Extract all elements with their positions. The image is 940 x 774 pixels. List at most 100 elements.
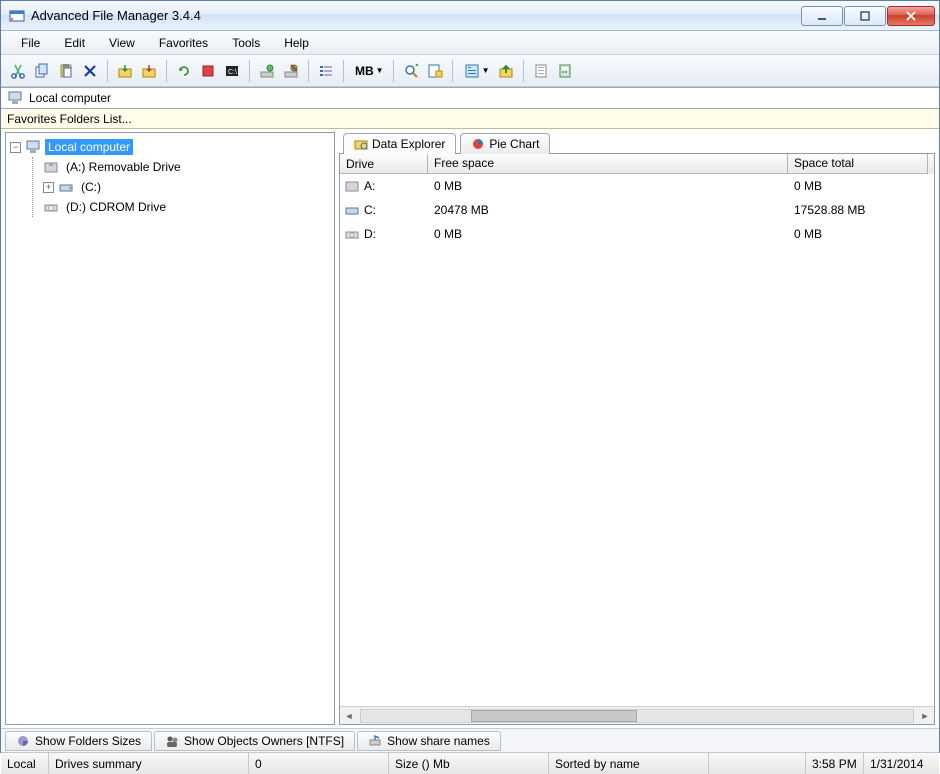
separator [523,60,524,82]
tree-root[interactable]: − Local computer [10,137,330,157]
calculator-icon[interactable] [554,60,576,82]
floppy-drive-icon [43,160,59,174]
close-button[interactable] [887,6,935,26]
titlebar: Advanced File Manager 3.4.4 [1,1,939,31]
collapse-icon[interactable]: − [10,142,21,153]
minimize-button[interactable] [801,6,843,26]
cell-drive: C: [364,203,376,217]
scroll-left-icon[interactable]: ◄ [340,711,358,721]
status-time: 3:58 PM [806,753,864,774]
column-drive[interactable]: Drive [340,154,428,174]
tab-object-owners[interactable]: Show Objects Owners [NTFS] [154,731,355,751]
disconnect-drive-icon[interactable] [280,60,302,82]
hard-drive-icon [344,203,360,217]
scroll-right-icon[interactable]: ► [916,711,934,721]
menu-file[interactable]: File [9,33,52,53]
chevron-down-icon: ▼ [376,66,384,75]
menu-tools[interactable]: Tools [220,33,272,53]
expand-icon[interactable]: + [43,182,54,193]
chevron-down-icon: ▼ [482,66,490,75]
size-unit-label: MB [355,64,374,78]
tab-label: Show Folders Sizes [35,734,141,748]
properties-icon[interactable] [424,60,446,82]
tab-share-names[interactable]: Show share names [357,731,501,751]
menu-view[interactable]: View [97,33,147,53]
computer-icon [7,91,23,105]
grid-body[interactable]: A: 0 MB 0 MB C: 20478 MB 17528.88 MB D: … [340,174,934,706]
drive-row[interactable]: D: 0 MB 0 MB [340,222,934,246]
horizontal-scrollbar[interactable]: ◄ ► [340,706,934,724]
size-unit-dropdown[interactable]: MB▼ [350,60,387,82]
menu-favorites[interactable]: Favorites [147,33,220,53]
tab-label: Data Explorer [372,137,445,151]
console-icon[interactable]: C:\ [221,60,243,82]
separator [166,60,167,82]
tree-item-label: (C:) [78,179,104,195]
stop-icon[interactable] [197,60,219,82]
tab-label: Show Objects Owners [NTFS] [184,734,344,748]
tree-children: (A:) Removable Drive + (C:) (D:) CDROM D… [32,157,330,217]
computer-icon [25,140,41,154]
status-date: 1/31/2014 [864,753,939,774]
maximize-button[interactable] [844,6,886,26]
tree-item-label: (D:) CDROM Drive [63,199,169,215]
tree-item[interactable]: (D:) CDROM Drive [43,197,330,217]
folder-tree[interactable]: − Local computer (A:) Removable Drive + … [5,132,335,725]
copy-to-icon[interactable] [114,60,136,82]
refresh-icon[interactable] [173,60,195,82]
tree-item[interactable]: (A:) Removable Drive [43,157,330,177]
tab-folder-sizes[interactable]: Show Folders Sizes [5,731,152,751]
up-folder-icon[interactable] [495,60,517,82]
cell-free: 0 MB [428,227,788,241]
statusbar: Local Drives summary 0 Size () Mb Sorted… [1,752,939,774]
tab-label: Show share names [387,734,490,748]
menubar: File Edit View Favorites Tools Help [1,31,939,55]
search-icon[interactable] [400,60,422,82]
column-space-total[interactable]: Space total [788,154,928,174]
view-tabs: Data Explorer Pie Chart [339,132,935,153]
tree-root-label: Local computer [45,139,133,155]
address-label: Local computer [29,91,111,105]
copy-icon[interactable] [31,60,53,82]
cut-icon[interactable] [7,60,29,82]
separator [107,60,108,82]
pie-chart-icon [471,137,485,151]
toolbar: C:\ MB▼ ▼ [1,55,939,87]
app-icon [9,8,25,24]
drive-row[interactable]: A: 0 MB 0 MB [340,174,934,198]
tree-item[interactable]: + (C:) [43,177,330,197]
menu-edit[interactable]: Edit [52,33,97,53]
right-pane: Data Explorer Pie Chart Drive Free space… [339,132,935,725]
paste-icon[interactable] [55,60,77,82]
cdrom-drive-icon [43,200,59,214]
hard-drive-icon [58,180,74,194]
cell-drive: D: [364,227,376,241]
view-mode-dropdown[interactable]: ▼ [459,60,493,82]
address-bar[interactable]: Local computer [1,87,939,109]
menu-help[interactable]: Help [272,33,321,53]
separator [393,60,394,82]
scroll-track[interactable] [360,709,914,723]
move-to-icon[interactable] [138,60,160,82]
report-icon[interactable] [530,60,552,82]
column-free-space[interactable]: Free space [428,154,788,174]
share-icon [368,734,382,748]
tab-pie-chart[interactable]: Pie Chart [460,133,550,154]
cell-total: 17528.88 MB [788,203,928,217]
status-scope: Local [1,753,49,774]
separator [308,60,309,82]
status-spacer [709,753,806,774]
window-controls [801,6,935,26]
list-toggle-icon[interactable] [315,60,337,82]
favorites-bar[interactable]: Favorites Folders List... [1,109,939,129]
scroll-thumb[interactable] [471,710,637,722]
delete-icon[interactable] [79,60,101,82]
map-drive-icon[interactable] [256,60,278,82]
tab-data-explorer[interactable]: Data Explorer [343,133,456,154]
status-size: Size () Mb [389,753,549,774]
separator [343,60,344,82]
pie-icon [16,734,30,748]
drive-row[interactable]: C: 20478 MB 17528.88 MB [340,198,934,222]
cdrom-drive-icon [344,227,360,241]
users-icon [165,734,179,748]
